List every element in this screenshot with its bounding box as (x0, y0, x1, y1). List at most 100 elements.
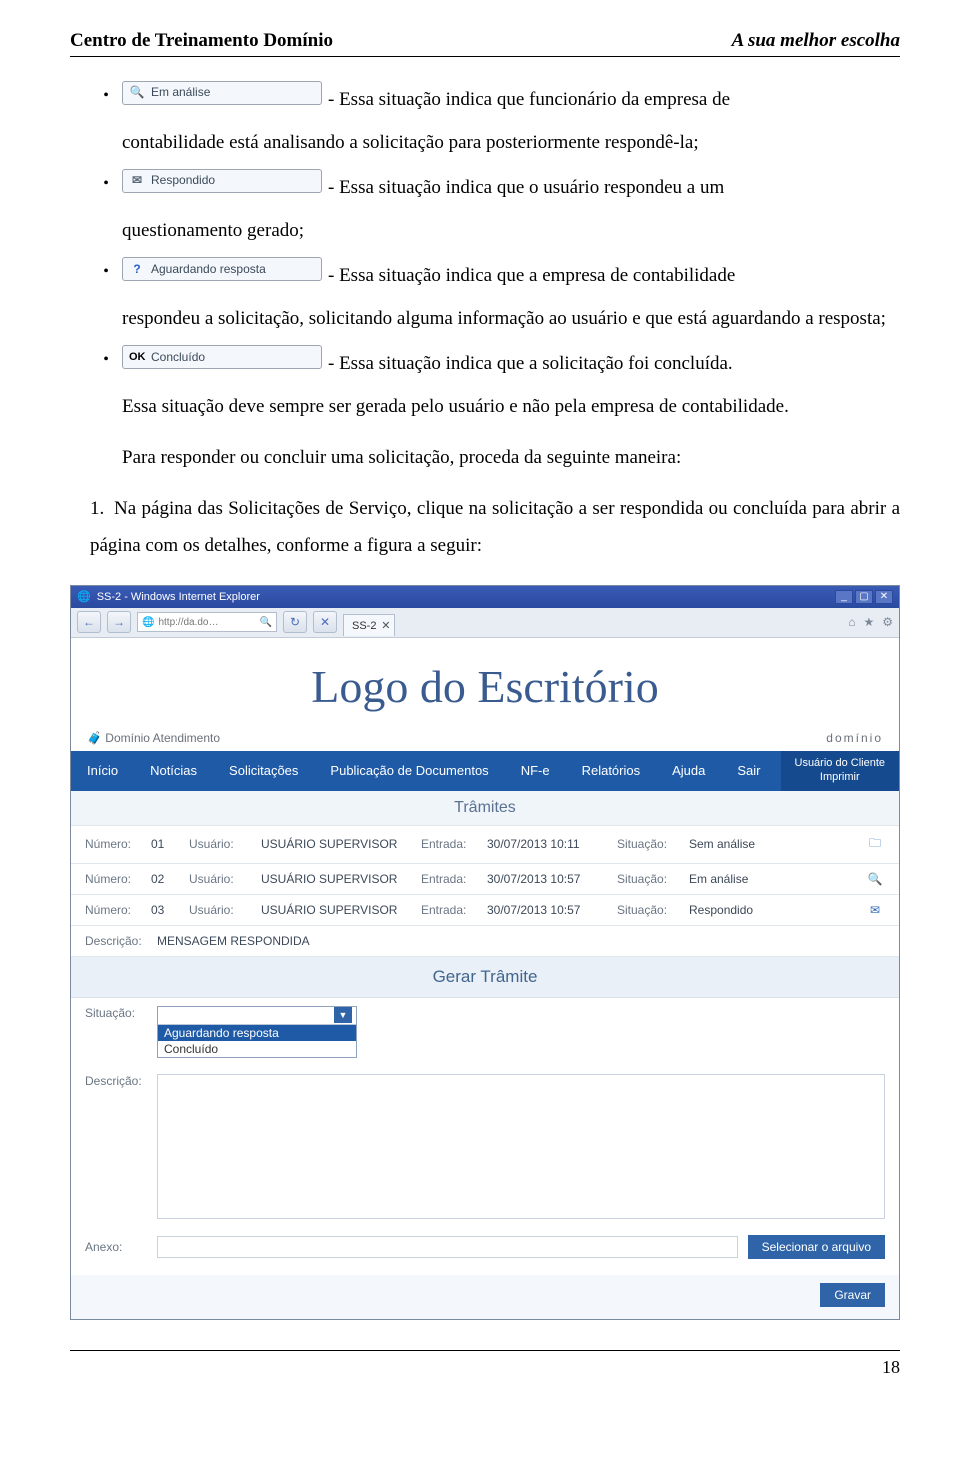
label-usuario: Usuário: (189, 903, 251, 917)
label-usuario: Usuário: (189, 872, 251, 886)
nav-noticias[interactable]: Notícias (134, 751, 213, 791)
refresh-button[interactable]: ↻ (283, 611, 307, 633)
label-situacao-form: Situação: (85, 1006, 147, 1020)
dropdown-option[interactable]: Concluído (158, 1041, 356, 1057)
panel-title-gerar: Gerar Trâmite (71, 957, 899, 998)
situacao-dropdown[interactable]: ▼ Aguardando resposta Concluído (157, 1006, 357, 1058)
anexo-row: Anexo: Selecionar o arquivo (71, 1227, 899, 1275)
tab-label: SS-2 (352, 620, 376, 632)
label-numero: Número: (85, 837, 141, 851)
mail-icon[interactable]: ✉ (865, 903, 885, 917)
bullet-text-cont: contabilidade está analisando a solicita… (70, 124, 900, 161)
minimize-button[interactable]: _ (835, 590, 853, 604)
status-chip-respondido: ✉ Respondido (122, 169, 322, 193)
bullet-text-cont: Essa situação deve sempre ser gerada pel… (70, 388, 900, 425)
chip-label: Respondido (151, 169, 215, 192)
table-row[interactable]: Número: 02 Usuário: USUÁRIO SUPERVISOR E… (71, 864, 899, 895)
label-usuario: Usuário: (189, 837, 251, 851)
nav-nfe[interactable]: NF-e (505, 751, 566, 791)
address-bar[interactable]: 🌐 http://da.do… 🔍 (137, 612, 277, 632)
nav-inicio[interactable]: Início (71, 751, 134, 791)
close-tab-icon[interactable]: ✕ (381, 619, 390, 632)
value-usuario: USUÁRIO SUPERVISOR (261, 872, 411, 886)
dropdown-option[interactable]: Aguardando resposta (158, 1025, 356, 1041)
value-usuario: USUÁRIO SUPERVISOR (261, 837, 411, 851)
value-entrada: 30/07/2013 10:11 (487, 837, 607, 851)
value-entrada: 30/07/2013 10:57 (487, 872, 607, 886)
value-numero: 02 (151, 872, 179, 886)
search-icon[interactable]: 🔍 (865, 872, 885, 886)
mail-icon: ✉ (129, 169, 145, 192)
value-situacao: Em análise (689, 872, 779, 886)
back-button[interactable]: ← (77, 611, 101, 633)
nav-sair[interactable]: Sair (721, 751, 776, 791)
close-button[interactable]: ✕ (875, 590, 893, 604)
bullet-dot: • (100, 84, 112, 108)
question-icon: ? (129, 258, 145, 281)
label-numero: Número: (85, 903, 141, 917)
value-situacao: Sem análise (689, 837, 779, 851)
value-usuario: USUÁRIO SUPERVISOR (261, 903, 411, 917)
label-entrada: Entrada: (421, 872, 477, 886)
browser-tab[interactable]: SS-2 ✕ (343, 614, 395, 636)
value-situacao: Respondido (689, 903, 779, 917)
bullet-text: - Essa situação indica que a empresa de … (328, 257, 735, 294)
label-descricao-form: Descrição: (85, 1074, 147, 1088)
bullet-text: - Essa situação indica que funcionário d… (328, 81, 730, 118)
list-number: 1. (90, 490, 114, 527)
stop-button[interactable]: ✕ (313, 611, 337, 633)
numbered-item: 1.Na página das Solicitações de Serviço,… (90, 490, 900, 564)
label-descricao: Descrição: (85, 934, 147, 948)
folder-icon[interactable]: 🗀 (865, 834, 885, 855)
label-numero: Número: (85, 872, 141, 886)
forward-button[interactable]: → (107, 611, 131, 633)
nav-relatorios[interactable]: Relatórios (566, 751, 657, 791)
home-icon[interactable]: ⌂ (848, 615, 855, 629)
nav-solicitacoes[interactable]: Solicitações (213, 751, 314, 791)
descricao-textarea[interactable] (157, 1074, 885, 1219)
label-entrada: Entrada: (421, 837, 477, 851)
chip-label: Concluído (151, 346, 205, 369)
ie-icon: 🌐 (77, 590, 91, 603)
chip-label: Em análise (151, 81, 210, 104)
screenshot-container: 🌐 SS-2 - Windows Internet Explorer _ ▢ ✕… (70, 585, 900, 1320)
maximize-button[interactable]: ▢ (855, 590, 873, 604)
label-situacao: Situação: (617, 903, 679, 917)
anexo-input[interactable] (157, 1236, 738, 1258)
url-text: http://da.do… (158, 617, 218, 628)
favorites-icon[interactable]: ★ (863, 615, 874, 629)
value-descricao: MENSAGEM RESPONDIDA (157, 934, 310, 948)
header-left: Centro de Treinamento Domínio (70, 30, 333, 52)
window-title: SS-2 - Windows Internet Explorer (97, 591, 260, 603)
bullet-text: - Essa situação indica que o usuário res… (328, 169, 724, 206)
bullet-text-cont: questionamento gerado; (70, 212, 900, 249)
window-titlebar: 🌐 SS-2 - Windows Internet Explorer _ ▢ ✕ (71, 586, 899, 608)
document-header: Centro de Treinamento Domínio A sua melh… (70, 30, 900, 57)
table-row[interactable]: Número: 03 Usuário: USUÁRIO SUPERVISOR E… (71, 895, 899, 926)
chevron-down-icon[interactable]: ▼ (334, 1007, 352, 1023)
ok-icon: OK (129, 347, 145, 368)
bullet-dot: • (100, 348, 112, 372)
value-numero: 01 (151, 837, 179, 851)
label-situacao: Situação: (617, 872, 679, 886)
value-numero: 03 (151, 903, 179, 917)
situacao-row: Situação: ▼ Aguardando resposta Concluíd… (71, 998, 899, 1066)
tools-icon[interactable]: ⚙ (882, 615, 893, 629)
label-situacao: Situação: (617, 837, 679, 851)
nav-publicacao[interactable]: Publicação de Documentos (314, 751, 504, 791)
brand-left: 🧳 Domínio Atendimento (87, 731, 220, 745)
select-file-button[interactable]: Selecionar o arquivo (748, 1235, 885, 1259)
bullet-text: - Essa situação indica que a solicitação… (328, 345, 733, 382)
paragraph: Para responder ou concluir uma solicitaç… (122, 439, 900, 476)
browser-toolbar: ← → 🌐 http://da.do… 🔍 ↻ ✕ SS-2 ✕ ⌂ ★ ⚙ (71, 608, 899, 638)
briefcase-icon: 🧳 (87, 731, 102, 745)
brand-right: domínio (826, 731, 883, 745)
nav-print-link[interactable]: Imprimir (820, 771, 860, 784)
bullet-text-cont: respondeu a solicitação, solicitando alg… (70, 300, 900, 337)
bullet-dot: • (100, 260, 112, 284)
nav-user-label: Usuário do Cliente (795, 757, 886, 770)
chip-label: Aguardando resposta (151, 258, 266, 281)
nav-ajuda[interactable]: Ajuda (656, 751, 721, 791)
table-row[interactable]: Número: 01 Usuário: USUÁRIO SUPERVISOR E… (71, 826, 899, 864)
save-button[interactable]: Gravar (820, 1283, 885, 1307)
